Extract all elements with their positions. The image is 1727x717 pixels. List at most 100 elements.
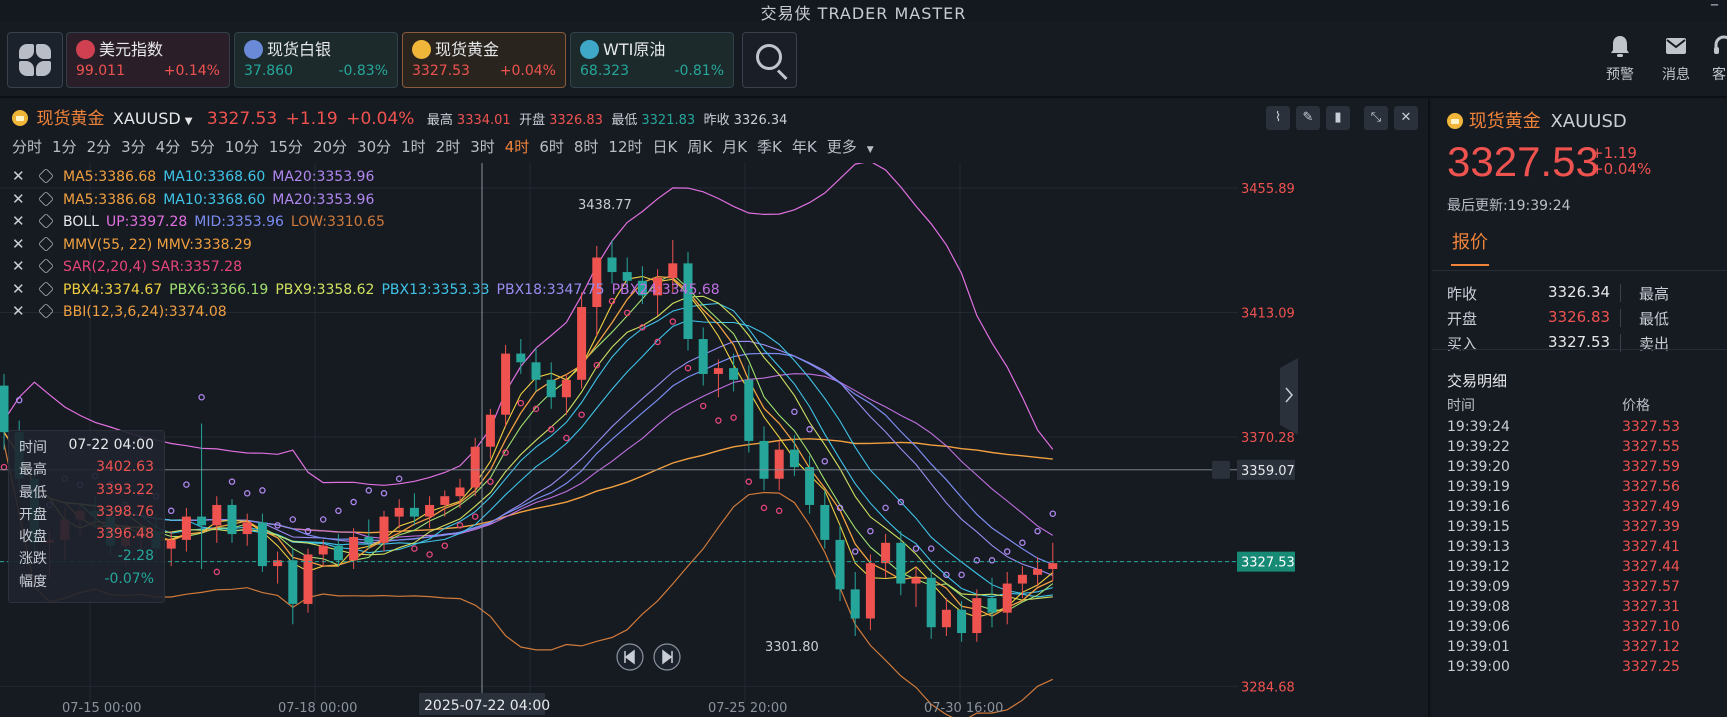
settings-icon[interactable] bbox=[38, 280, 54, 297]
ticker-card[interactable]: 现货黄金 3327.53 +0.04% bbox=[402, 32, 566, 88]
sar-point bbox=[289, 516, 297, 523]
interval-tab[interactable]: 4分 bbox=[156, 138, 181, 156]
interval-tab[interactable]: 12时 bbox=[608, 138, 642, 156]
sar-point bbox=[487, 478, 494, 485]
settings-icon[interactable] bbox=[38, 258, 54, 274]
candle-body bbox=[1002, 583, 1012, 613]
sar-point bbox=[517, 399, 525, 407]
interval-tab[interactable]: 日K bbox=[653, 138, 678, 156]
gold-icon bbox=[1447, 113, 1463, 129]
messages-button[interactable]: 消息 bbox=[1648, 34, 1704, 84]
search-button[interactable] bbox=[742, 32, 797, 88]
interval-tab[interactable]: 5分 bbox=[190, 138, 215, 156]
close-icon[interactable]: ✕ bbox=[12, 302, 28, 320]
sar-point bbox=[365, 487, 373, 494]
candle-body bbox=[972, 598, 982, 634]
interval-tab[interactable]: 30分 bbox=[357, 138, 391, 156]
trade-row: 19:39:20 3327.59 bbox=[1447, 459, 1680, 475]
candle-style-icon[interactable]: ▮ bbox=[1326, 106, 1350, 130]
interval-tabs: 分时 1分 2分 3分 4分 5分 10分 15分 20分 30分 1时 2时 3时 4时 6时 8时 12时日… bbox=[12, 136, 874, 156]
interval-tab[interactable]: 更多 bbox=[827, 138, 857, 156]
rp-price: 3327.53 bbox=[1447, 138, 1599, 185]
indicator-row: ✕ BBI(12,3,6,24):3374.08 bbox=[12, 302, 727, 325]
service-button[interactable]: 客 bbox=[1700, 34, 1727, 84]
candle-body bbox=[911, 577, 921, 584]
sar-point bbox=[167, 507, 175, 515]
apps-menu-button[interactable] bbox=[7, 32, 63, 88]
pencil-icon[interactable]: ✎ bbox=[1296, 106, 1320, 130]
candle-body bbox=[1017, 574, 1027, 584]
last-updated: 最后更新:19:39:24 bbox=[1447, 198, 1571, 214]
close-icon[interactable]: ✕ bbox=[12, 280, 28, 298]
last-price-tag-label: 3327.53 bbox=[1241, 556, 1295, 571]
interval-tab[interactable]: 1时 bbox=[401, 138, 426, 156]
oil-icon bbox=[580, 40, 599, 59]
close-icon[interactable]: ✕ bbox=[1394, 106, 1418, 130]
ohlc-tooltip: 时间 07-22 04:00 最高 3402.63 最低 3393.22 开盘 3398.76… bbox=[8, 430, 165, 603]
sar-point bbox=[699, 402, 707, 410]
symbol-price: 3327.53 bbox=[206, 109, 278, 129]
interval-tab[interactable]: 年K bbox=[792, 138, 817, 156]
settings-icon[interactable] bbox=[38, 190, 54, 207]
x-tick-label: 07-18 00:00 bbox=[278, 701, 357, 716]
collapse-icon[interactable]: ⤡ bbox=[1364, 106, 1388, 130]
candle-body bbox=[349, 536, 359, 561]
indicator-value: LOW:3310.65 bbox=[290, 214, 385, 230]
interval-tab[interactable]: 月K bbox=[722, 138, 747, 156]
interval-tab[interactable]: 6时 bbox=[539, 138, 564, 156]
ticker-card[interactable]: WTI原油 68.323 -0.81% bbox=[570, 32, 734, 88]
ohlc-row: 收盘 3396.48 bbox=[19, 526, 154, 546]
sar-point bbox=[806, 426, 813, 433]
interval-tab[interactable]: 15分 bbox=[269, 138, 303, 156]
alert-button[interactable]: 预警 bbox=[1592, 34, 1648, 84]
interval-tab[interactable]: 季K bbox=[757, 138, 782, 156]
close-icon[interactable]: ✕ bbox=[12, 212, 28, 230]
trade-row: 19:39:01 3327.12 bbox=[1447, 639, 1680, 655]
candle-body bbox=[546, 379, 556, 398]
indicator-value: BBI(12,3,6,24):3374.08 bbox=[63, 304, 227, 320]
chevron-down-icon[interactable]: ▼ bbox=[185, 116, 193, 127]
symbol-name[interactable]: 现货黄金 bbox=[36, 109, 104, 129]
interval-tab[interactable]: 2分 bbox=[87, 138, 112, 156]
settings-icon[interactable] bbox=[38, 303, 54, 319]
trade-row: 19:39:13 3327.41 bbox=[1447, 539, 1680, 555]
close-icon[interactable]: ✕ bbox=[12, 257, 28, 275]
ticker-card[interactable]: 现货白银 37.860 -0.83% bbox=[234, 32, 398, 88]
x-tick-label: 07-30 16:00 bbox=[924, 701, 1003, 716]
minimize-icon[interactable]: – bbox=[1710, 0, 1719, 15]
interval-tab[interactable]: 1分 bbox=[52, 138, 77, 156]
close-icon[interactable]: ✕ bbox=[12, 167, 28, 185]
candle-body bbox=[820, 504, 830, 540]
crosshair-time-label: 2025-07-22 04:00 bbox=[424, 698, 550, 714]
sar-point bbox=[1003, 548, 1011, 555]
title-bar: 交易侠 TRADER MASTER – bbox=[0, 0, 1727, 23]
interval-tab[interactable]: 周K bbox=[687, 138, 712, 156]
candle-body bbox=[759, 440, 769, 479]
expand-panel-handle[interactable] bbox=[1280, 358, 1298, 435]
close-icon[interactable]: ✕ bbox=[12, 190, 28, 208]
settings-icon[interactable] bbox=[38, 235, 54, 252]
tab-quote[interactable]: 报价 bbox=[1452, 228, 1488, 254]
candle-body bbox=[425, 504, 435, 517]
sar-point bbox=[441, 542, 449, 549]
ticker-card[interactable]: 美元指数 99.011 +0.14% bbox=[66, 32, 230, 88]
symbol-code[interactable]: XAUUSD bbox=[113, 109, 181, 128]
indicator-line-icon[interactable]: ⌇ bbox=[1266, 106, 1290, 130]
interval-tab[interactable]: 2时 bbox=[436, 138, 461, 156]
interval-tab[interactable]: 4时 bbox=[505, 138, 530, 156]
mail-icon bbox=[1666, 38, 1686, 54]
interval-tab[interactable]: 10分 bbox=[225, 138, 259, 156]
interval-tab[interactable]: 3时 bbox=[470, 138, 495, 156]
alert-bell-icon[interactable] bbox=[1212, 460, 1230, 479]
candle-body bbox=[181, 516, 191, 540]
indicator-legend: ✕ MA5:3386.68 MA10:3368.60 MA20:3353.96 ✕ MA5… bbox=[12, 167, 727, 325]
settings-icon[interactable] bbox=[38, 168, 54, 184]
interval-tab[interactable]: 分时 bbox=[12, 138, 42, 156]
interval-tab[interactable]: 20分 bbox=[313, 138, 347, 156]
settings-icon[interactable] bbox=[38, 213, 54, 229]
interval-tab[interactable]: 8时 bbox=[574, 138, 599, 156]
close-icon[interactable]: ✕ bbox=[12, 235, 28, 253]
interval-tab[interactable]: 3分 bbox=[121, 138, 146, 156]
sar-point bbox=[882, 504, 889, 512]
chart-panel: 现货黄金 XAUUSD ▼ 3327.53 +1.19 +0.04% 最高 3334… bbox=[0, 99, 1430, 717]
